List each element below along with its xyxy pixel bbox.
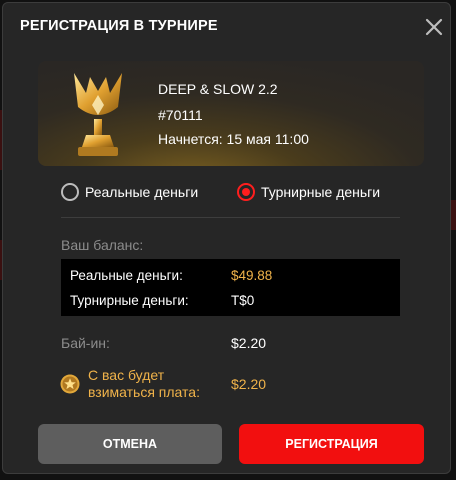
dialog-title: РЕГИСТРАЦИЯ В ТУРНИРЕ [20,18,218,34]
fee-value: $2.20 [231,376,267,392]
trophy-icon [74,73,122,156]
real-money-balance-value: $49.88 [231,268,273,283]
registration-dialog: РЕГИСТРАЦИЯ В ТУРНИРЕ DEEP & SLOW 2.2 #7… [2,2,451,474]
close-icon[interactable] [423,16,445,38]
buyin-value: $2.20 [231,335,267,351]
tournament-id: #70111 [158,107,203,123]
tournament-name: DEEP & SLOW 2.2 [158,81,278,97]
buyin-label: Бай-ин: [61,335,110,351]
balance-box: Реальные деньги: $49.88 Турнирные деньги… [61,259,400,316]
tournament-money-balance-value: T$0 [231,293,255,308]
radio-real-money-label: Реальные деньги [85,184,199,200]
radio-circle-selected[interactable] [237,183,255,201]
divider [61,217,400,218]
tournament-start-time: Начнется: 15 мая 11:00 [158,131,309,147]
radio-tournament-money[interactable]: Турнирные деньги [237,181,380,203]
balance-label: Ваш баланс: [61,237,144,253]
radio-tournament-money-label: Турнирные деньги [261,184,381,200]
register-button[interactable]: РЕГИСТРАЦИЯ [239,424,424,464]
radio-circle[interactable] [61,183,79,201]
star-coin-icon [60,374,80,394]
fee-label: С вас будет взиматься плата: [88,367,200,400]
cancel-button[interactable]: ОТМЕНА [38,424,222,464]
tournament-money-balance-label: Турнирные деньги: [70,293,189,308]
tournament-card: DEEP & SLOW 2.2 #70111 Начнется: 15 мая … [38,61,424,166]
real-money-balance-label: Реальные деньги: [70,268,183,283]
radio-real-money[interactable]: Реальные деньги [61,181,198,203]
